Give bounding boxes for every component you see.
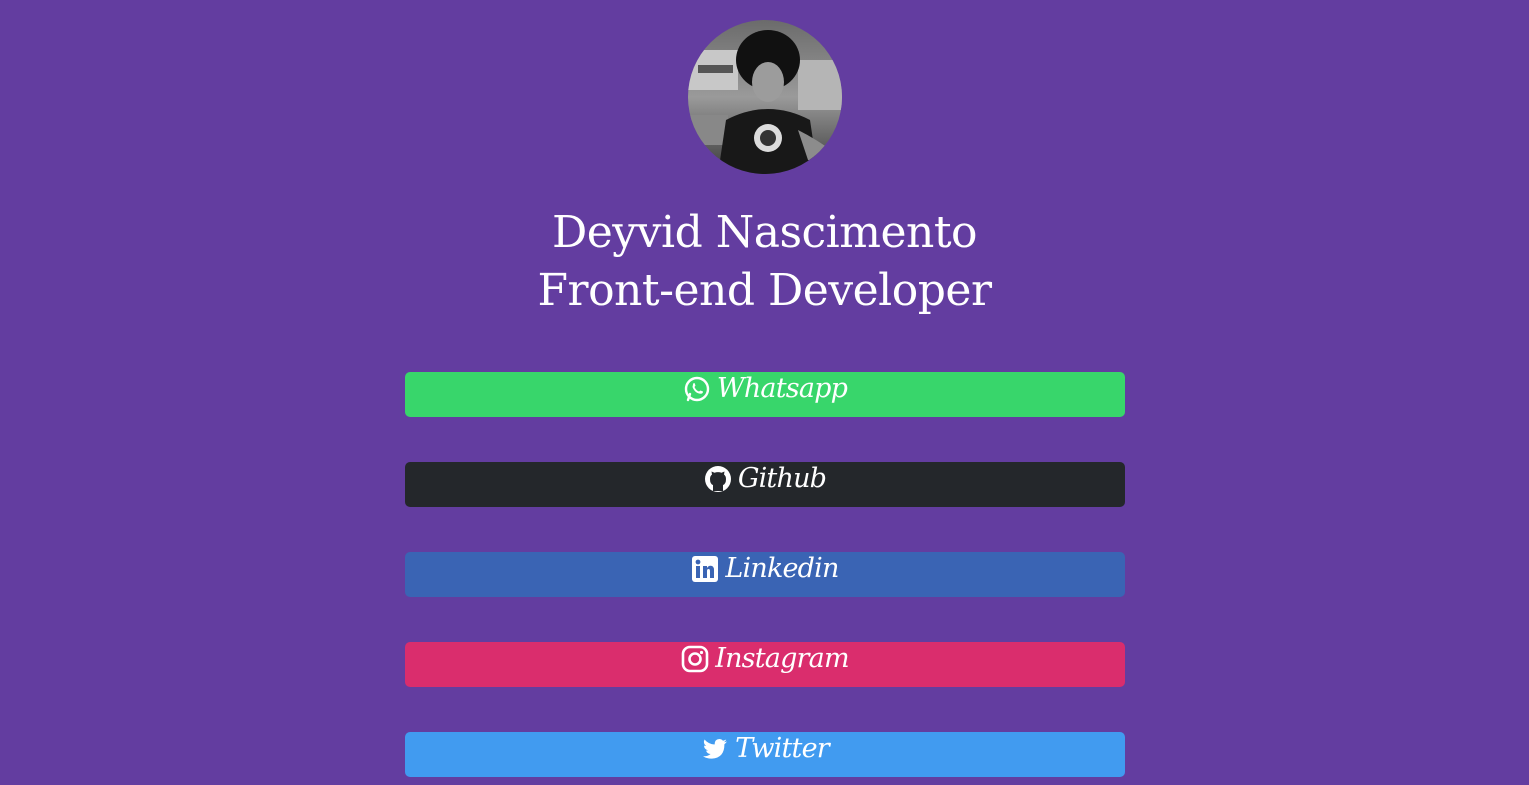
instagram-icon — [681, 645, 709, 673]
whatsapp-icon — [683, 375, 711, 403]
linkedin-button[interactable]: Linkedin — [405, 552, 1125, 597]
avatar — [688, 20, 842, 174]
twitter-button[interactable]: Twitter — [405, 732, 1125, 777]
instagram-button[interactable]: Instagram — [405, 642, 1125, 687]
twitter-icon — [701, 735, 729, 763]
linkedin-label: Linkedin — [725, 553, 839, 584]
profile-role: Front-end Developer — [537, 265, 992, 316]
whatsapp-label: Whatsapp — [716, 373, 848, 404]
profile-heading: Deyvid Nascimento Front-end Developer — [0, 204, 1529, 320]
linkedin-icon — [691, 555, 719, 583]
github-label: Github — [737, 463, 827, 494]
github-button[interactable]: Github — [405, 462, 1125, 507]
profile-photo — [688, 20, 842, 174]
whatsapp-button[interactable]: Whatsapp — [405, 372, 1125, 417]
twitter-label: Twitter — [735, 733, 830, 764]
github-icon — [704, 465, 732, 493]
profile-name: Deyvid Nascimento — [551, 207, 978, 258]
instagram-label: Instagram — [715, 643, 849, 674]
